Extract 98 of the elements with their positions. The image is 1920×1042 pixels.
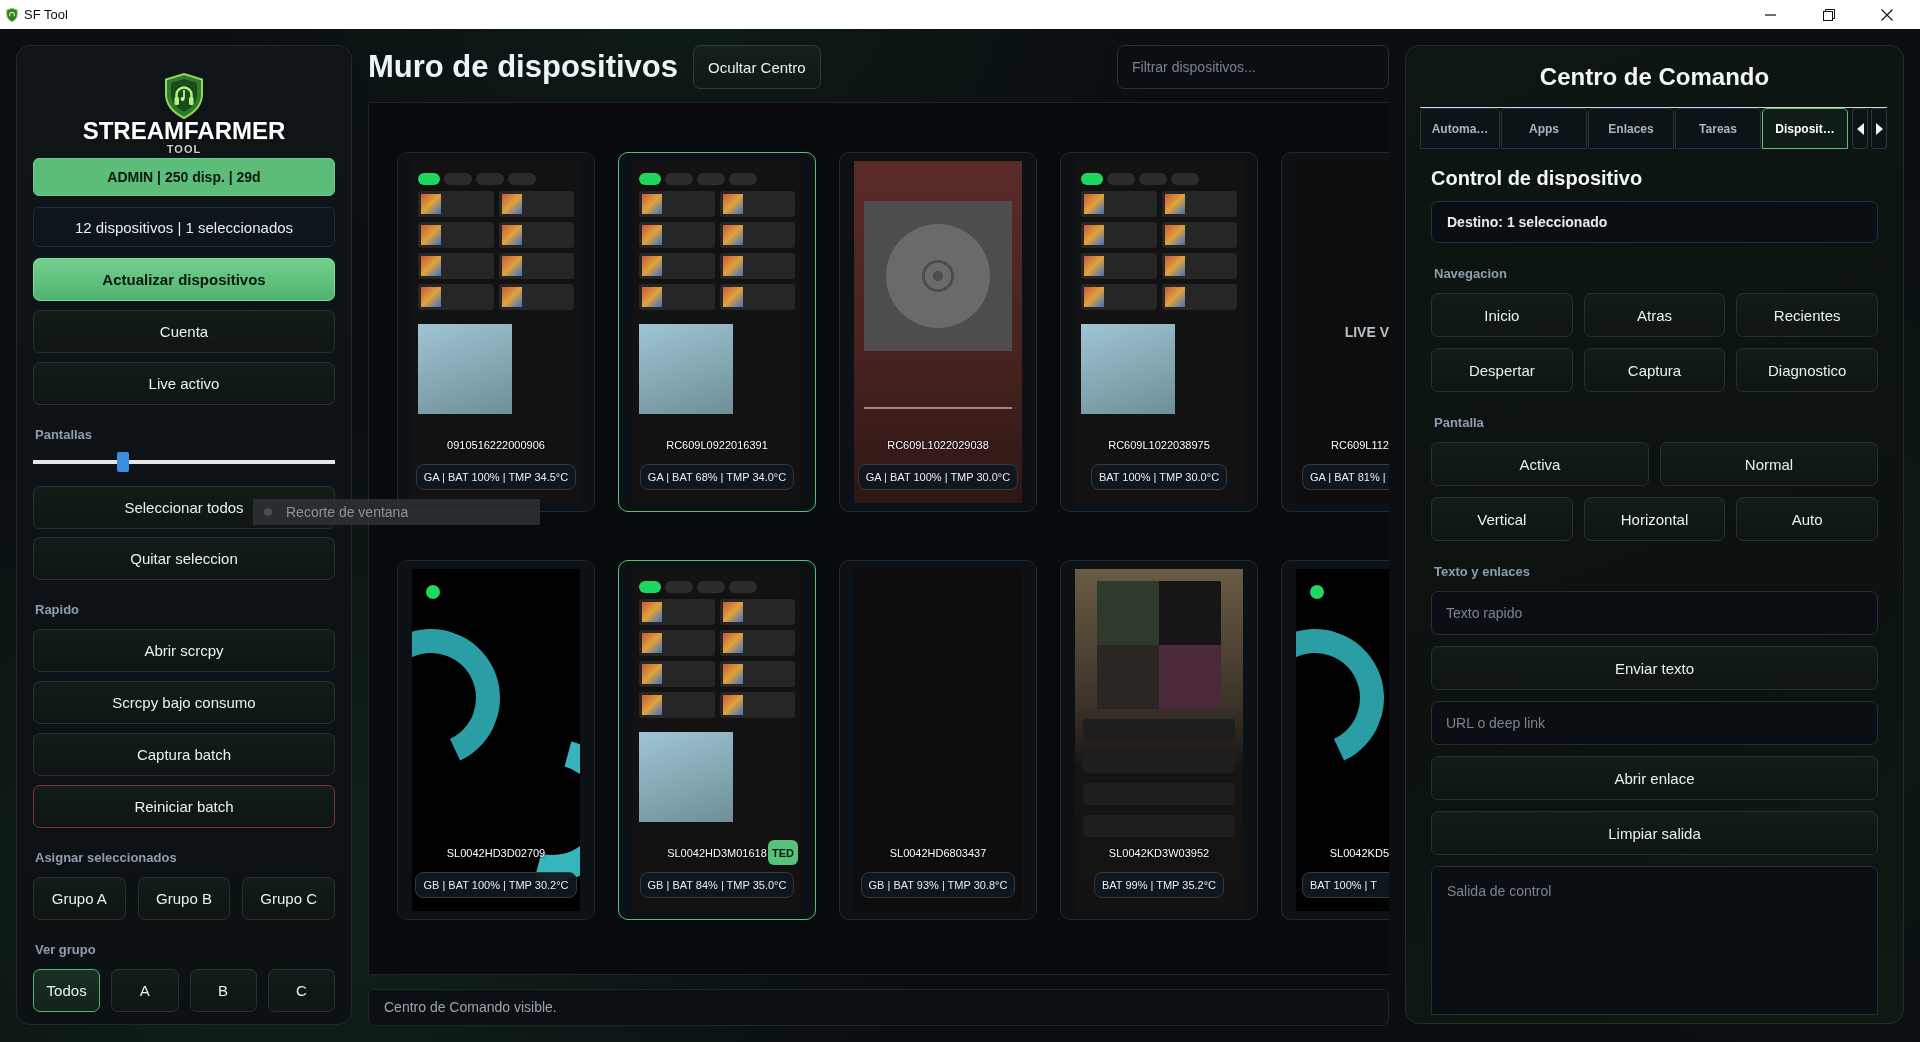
group-filter-tab[interactable]: C bbox=[267, 969, 335, 1012]
section-label: Rapido bbox=[34, 602, 81, 618]
assign-group-button[interactable]: Grupo A bbox=[33, 877, 126, 920]
command-button[interactable]: Normal bbox=[1660, 442, 1878, 486]
device-status-pill: GA | BAT 100% | TMP 30.0°C bbox=[857, 464, 1019, 490]
section-heading: Control de dispositivo bbox=[1431, 166, 1644, 190]
group-filter-tab[interactable]: Todos bbox=[33, 969, 101, 1012]
command-button[interactable]: Captura bbox=[1583, 348, 1726, 392]
device-serial: RC609L1022029038 bbox=[887, 438, 989, 451]
command-button[interactable]: Enviar texto bbox=[1431, 646, 1878, 690]
device-status-pill: BAT 100% | T bbox=[1302, 872, 1389, 898]
section-label: Ver grupo bbox=[34, 942, 97, 958]
tab[interactable]: Enlaces bbox=[1588, 108, 1674, 149]
caret-right-icon bbox=[1875, 122, 1883, 135]
assign-group-button[interactable]: Grupo C bbox=[242, 877, 335, 920]
section-label: Asignar seleccionados bbox=[34, 850, 178, 866]
output-field[interactable]: Salida de control bbox=[1431, 866, 1878, 1015]
selected-badge: TED bbox=[768, 840, 798, 865]
tab[interactable]: Disposit… bbox=[1762, 108, 1848, 149]
text-field[interactable]: URL o deep link bbox=[1431, 701, 1878, 745]
device-tile[interactable]: SL0042HD3D02709 GB | BAT 100% | TMP 30.2°C bbox=[397, 560, 595, 920]
app-icon bbox=[6, 7, 18, 22]
device-serial: SL0042KD5 bbox=[1329, 846, 1389, 859]
text-field[interactable]: Texto rapido bbox=[1431, 591, 1878, 635]
restore-icon[interactable] bbox=[1823, 8, 1835, 21]
caret-left-icon bbox=[1856, 122, 1864, 135]
command-button[interactable]: Diagnostico bbox=[1736, 348, 1878, 392]
device-status-pill: BAT 100% | TMP 30.0°C bbox=[1090, 464, 1228, 490]
command-button[interactable]: Limpiar salida bbox=[1431, 811, 1878, 855]
device-status-pill: GA | BAT 100% | TMP 34.5°C bbox=[415, 464, 577, 490]
section-label: Navegacion bbox=[1433, 266, 1508, 282]
close-icon[interactable] bbox=[1881, 8, 1893, 21]
device-status-pill: GB | BAT 93% | TMP 30.8°C bbox=[860, 872, 1016, 898]
logo-title: STREAMFARMER bbox=[82, 119, 286, 143]
logo-subtitle: TOOL bbox=[166, 143, 202, 156]
command-button[interactable]: Abrir enlace bbox=[1431, 756, 1878, 800]
device-tile[interactable]: RC609L0922016391 GA | BAT 68% | TMP 34.0°C bbox=[618, 152, 816, 512]
assign-group-button[interactable]: Grupo B bbox=[137, 877, 231, 920]
shield-logo-icon bbox=[164, 73, 204, 119]
group-filter-tab[interactable]: A bbox=[111, 969, 179, 1012]
toggle-center-button[interactable]: Ocultar Centro bbox=[693, 45, 821, 89]
command-button[interactable]: Inicio bbox=[1431, 293, 1573, 337]
screen-label: LIVE V bbox=[1344, 324, 1389, 340]
device-status-pill: GB | BAT 84% | TMP 35.0°C bbox=[639, 872, 795, 898]
device-serial: SL0042HD6803437 bbox=[889, 846, 987, 859]
device-serial: 0910516222000906 bbox=[447, 438, 545, 451]
command-button[interactable]: Activa bbox=[1431, 442, 1649, 486]
device-serial: RC609L112 bbox=[1331, 438, 1389, 451]
page-title: Muro de dispositivos bbox=[368, 49, 679, 85]
sidebar-button[interactable]: Abrir scrcpy bbox=[33, 629, 335, 672]
panel-title: Centro de Comando bbox=[1538, 63, 1771, 91]
target-display: Destino: 1 seleccionado bbox=[1431, 201, 1878, 243]
status-bar: Centro de Comando visible. bbox=[368, 989, 1389, 1026]
device-serial: RC609L0922016391 bbox=[666, 438, 768, 451]
device-status-pill: GA | BAT 68% | TMP 34.0°C bbox=[639, 464, 795, 490]
device-tile[interactable]: SL0042HD3M01618 TED GB | BAT 84% | TMP 35.0°C bbox=[618, 560, 816, 920]
command-button[interactable]: Despertar bbox=[1431, 348, 1573, 392]
device-tile[interactable]: SL0042KD3W03952 BAT 99% | TMP 35.2°C bbox=[1060, 560, 1258, 920]
device-tile[interactable]: RC609L1022029038 GA | BAT 100% | TMP 30.0°C bbox=[839, 152, 1037, 512]
device-serial: SL0042HD3M01618 bbox=[667, 846, 767, 859]
command-button[interactable]: Vertical bbox=[1431, 497, 1573, 541]
device-status-pill: BAT 99% | TMP 35.2°C bbox=[1093, 872, 1225, 898]
command-button[interactable]: Auto bbox=[1736, 497, 1878, 541]
filter-field[interactable]: Filtrar dispositivos... bbox=[1117, 45, 1389, 89]
danger-button[interactable]: Reiniciar batch bbox=[33, 785, 335, 828]
device-tile[interactable]: RC609L1022038975 BAT 100% | TMP 30.0°C bbox=[1060, 152, 1258, 512]
license-badge: ADMIN | 250 disp. | 29d bbox=[33, 158, 335, 196]
command-button[interactable]: Atras bbox=[1583, 293, 1726, 337]
device-serial: RC609L1022038975 bbox=[1108, 438, 1210, 451]
device-tile[interactable]: SL0042HD6803437 GB | BAT 93% | TMP 30.8°C bbox=[839, 560, 1037, 920]
device-serial: SL0042KD3W03952 bbox=[1108, 846, 1210, 859]
tab[interactable]: Apps bbox=[1501, 108, 1587, 149]
command-button[interactable]: Horizontal bbox=[1583, 497, 1726, 541]
selection-summary: 12 dispositivos | 1 seleccionados bbox=[33, 207, 335, 247]
device-tile[interactable]: SL0042KD5 BAT 100% | T bbox=[1281, 560, 1389, 920]
sidebar-button[interactable]: Cuenta bbox=[33, 310, 335, 353]
command-button[interactable]: Recientes bbox=[1736, 293, 1878, 337]
primary-button[interactable]: Actualizar dispositivos bbox=[33, 258, 335, 301]
group-filter-tab[interactable]: B bbox=[189, 969, 257, 1012]
section-label: Pantalla bbox=[1433, 415, 1485, 431]
device-serial: SL0042HD3D02709 bbox=[446, 846, 546, 859]
minimize-icon[interactable] bbox=[1765, 13, 1776, 16]
tab-scroll-right-button[interactable] bbox=[1871, 108, 1887, 149]
sidebar-button[interactable]: Captura batch bbox=[33, 733, 335, 776]
tab[interactable]: Tareas bbox=[1675, 108, 1761, 149]
window-title: SF Tool bbox=[24, 7, 68, 22]
tab[interactable]: Automa… bbox=[1420, 108, 1500, 149]
section-label: Texto y enlaces bbox=[1433, 564, 1531, 580]
sidebar-button[interactable]: Scrcpy bajo consumo bbox=[33, 681, 335, 724]
sidebar-button[interactable]: Quitar seleccion bbox=[33, 537, 335, 580]
dot-icon bbox=[264, 508, 272, 516]
sidebar-button[interactable]: Live activo bbox=[33, 362, 335, 405]
slider-thumb[interactable] bbox=[117, 452, 130, 472]
device-status-pill: GB | BAT 100% | TMP 30.2°C bbox=[415, 872, 577, 898]
section-label: Pantallas bbox=[34, 427, 94, 443]
device-tile[interactable]: LIVE V RC609L112 GA | BAT 81% | bbox=[1281, 152, 1389, 512]
device-status-pill: GA | BAT 81% | bbox=[1302, 464, 1389, 490]
tab-scroll-left-button[interactable] bbox=[1852, 108, 1868, 149]
